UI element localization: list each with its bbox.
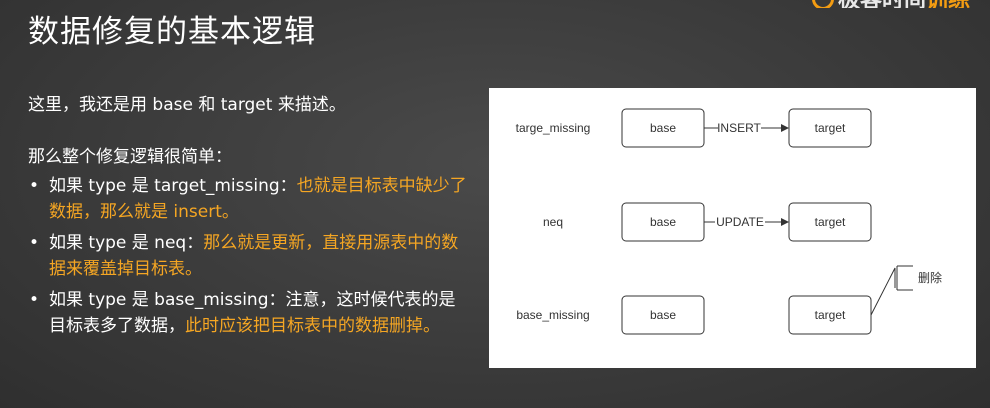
bullet-neq: 如果 type 是 neq：那么就是更新，直接用源表中的数据来覆盖掉目标表。 <box>28 230 468 282</box>
repair-diagram: targe_missing base INSERT target neq bas… <box>489 88 976 368</box>
row-label-base-missing: base_missing <box>516 308 589 322</box>
edge-label-insert: INSERT <box>717 121 761 135</box>
lead-line: 那么整个修复逻辑很简单： <box>28 147 232 167</box>
logo-text-main: 极客时间 <box>838 0 926 8</box>
intro-paragraph: 这里，我还是用 base 和 target 来描述。 <box>28 95 346 115</box>
base-node-label: base <box>650 121 676 135</box>
note-delete-label: 删除 <box>918 270 942 285</box>
edge-label-update: UPDATE <box>716 215 764 229</box>
base-node-label: base <box>650 215 676 229</box>
logo-text-accent: 训练营 <box>926 0 972 8</box>
logic-section: 那么整个修复逻辑很简单： 如果 type 是 target_missing：也就… <box>28 144 468 339</box>
bullet-highlight-text: 此时应该把目标表中的数据删掉。 <box>185 316 440 336</box>
target-node-label: target <box>815 308 846 322</box>
slide-title: 数据修复的基本逻辑 <box>28 14 316 50</box>
target-node-label: target <box>815 215 846 229</box>
bullet-normal-text: 如果 type 是 neq： <box>49 233 204 253</box>
bullet-normal-text: 如果 type 是 target_missing： <box>49 176 297 196</box>
bullet-target-missing: 如果 type 是 target_missing：也就是目标表中缺少了数据，那么… <box>28 173 468 225</box>
explanation-text: 这里，我还是用 base 和 target 来描述。 那么整个修复逻辑很简单： … <box>28 92 468 344</box>
brand-logo: 极客时间训练营 <box>812 0 972 8</box>
bullet-list: 如果 type 是 target_missing：也就是目标表中缺少了数据，那么… <box>28 173 468 339</box>
row-label-target-missing: targe_missing <box>516 121 591 135</box>
note-connector <box>870 267 896 316</box>
logo-text: 极客时间训练营 <box>838 0 972 8</box>
target-node-label: target <box>815 121 846 135</box>
repair-diagram-svg: targe_missing base INSERT target neq bas… <box>516 108 942 335</box>
row-label-neq: neq <box>543 215 563 229</box>
base-node-label: base <box>650 308 676 322</box>
logo-icon <box>812 0 834 8</box>
bullet-base-missing: 如果 type 是 base_missing：注意，这时候代表的是目标表多了数据… <box>28 287 468 339</box>
